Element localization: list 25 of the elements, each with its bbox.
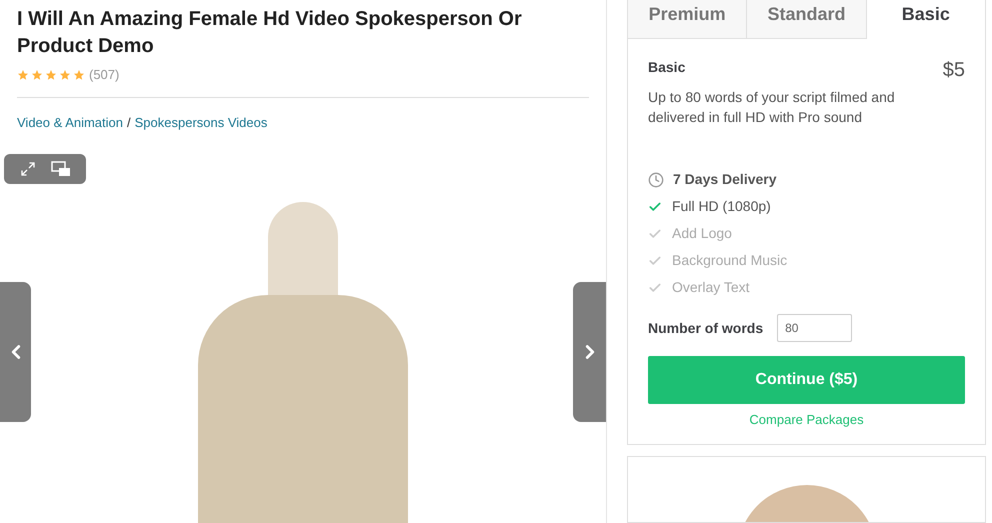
package-name: Basic (648, 58, 686, 77)
delivery-time: 7 Days Delivery (673, 170, 777, 189)
expand-icon[interactable] (20, 161, 36, 177)
star-icon (17, 68, 29, 81)
review-count: (507) (89, 66, 120, 84)
star-icon (31, 68, 43, 81)
picture-in-picture-icon[interactable] (50, 161, 70, 177)
breadcrumb-link[interactable]: Spokespersons Videos (134, 112, 268, 132)
package-price: $5 (942, 58, 965, 83)
star-icon (45, 68, 57, 81)
clock-icon (648, 172, 664, 188)
feature-label: Background Music (672, 251, 788, 270)
words-input[interactable]: 80 (777, 314, 852, 342)
feature-label: Add Logo (672, 224, 732, 243)
words-label: Number of words (648, 318, 764, 338)
feature-label: Full HD (1080p) (672, 197, 771, 216)
star-icon (73, 68, 85, 81)
breadcrumb-link[interactable]: Video & Animation (17, 112, 123, 132)
breadcrumb-separator: / (127, 114, 131, 132)
package-description: Up to 80 words of your script filmed and delivered in full HD with Pro sound (648, 88, 896, 127)
feature-label: Overlay Text (672, 278, 750, 297)
gig-title: I Will An Amazing Female Hd Video Spokesperson Or Product Demo (17, 7, 523, 59)
star-icon (59, 68, 71, 81)
package-tab[interactable]: Standard (747, 0, 867, 39)
package-tab[interactable]: Premium (628, 0, 748, 39)
